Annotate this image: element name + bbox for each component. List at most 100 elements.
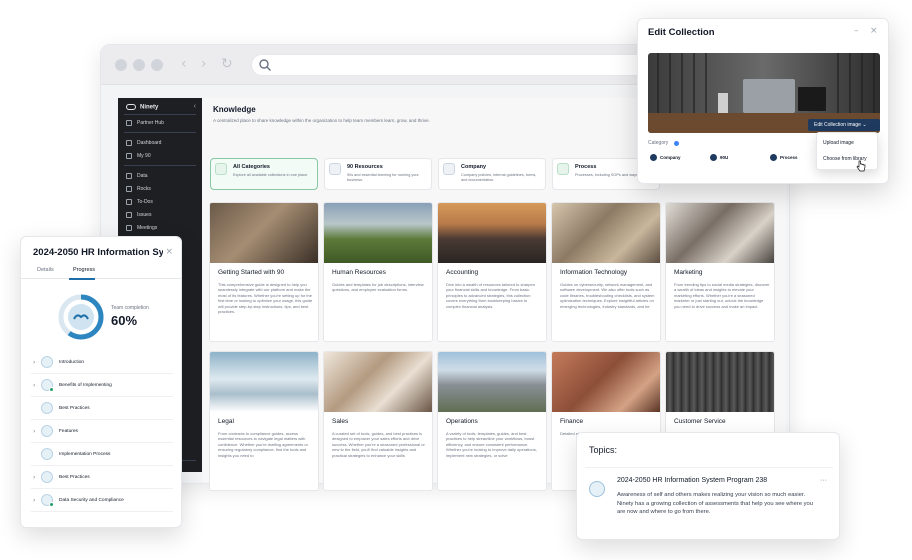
category-chip-90u[interactable]: 90U bbox=[710, 154, 728, 161]
card-title: Marketing bbox=[674, 269, 703, 276]
sidebar-item-todos[interactable]: To-Dos bbox=[126, 199, 153, 205]
progress-item[interactable]: › Best Practices bbox=[33, 470, 90, 484]
topic-desc: Awareness of self and others makes reali… bbox=[617, 492, 813, 515]
chevron-right-icon[interactable]: › bbox=[33, 359, 41, 366]
chevron-right-icon[interactable]: › bbox=[33, 474, 41, 481]
card-desc: A variety of tools, templates, guides, a… bbox=[446, 431, 537, 458]
user-group-icon bbox=[41, 379, 54, 392]
progress-item[interactable]: Best Practices bbox=[33, 401, 90, 415]
category-all[interactable]: All Categories Explore all available col… bbox=[210, 158, 318, 190]
category-title: All Categories bbox=[233, 164, 270, 170]
category-company[interactable]: Company Company policies, internal guide… bbox=[438, 158, 546, 190]
edit-collection-image-button[interactable]: Edit Collection image ⌄ bbox=[808, 119, 880, 131]
collection-card[interactable]: Accounting Dive into a wealth of resourc… bbox=[437, 202, 547, 342]
user-group-icon bbox=[41, 471, 53, 483]
progress-item[interactable]: › Introduction bbox=[33, 355, 84, 369]
category-chip-process[interactable]: Process bbox=[770, 154, 798, 161]
window-maximize-dot[interactable] bbox=[151, 59, 163, 71]
progress-item[interactable]: › Features bbox=[33, 424, 78, 438]
sidebar-item-dashboard[interactable]: Dashboard bbox=[126, 140, 161, 146]
topics-label: Topics: bbox=[589, 445, 618, 455]
chevron-right-icon[interactable]: › bbox=[33, 428, 41, 435]
chevron-down-icon: ⌄ bbox=[862, 122, 867, 128]
brand[interactable]: Ninety bbox=[126, 104, 158, 111]
card-image bbox=[666, 203, 774, 263]
divider bbox=[124, 132, 196, 133]
category-chip-company[interactable]: Company bbox=[650, 154, 681, 161]
sidebar-item-rocks[interactable]: Rocks bbox=[126, 186, 151, 192]
partner-icon bbox=[126, 120, 132, 126]
card-title: Customer Service bbox=[674, 418, 726, 425]
sidebar-item-partner-hub[interactable]: Partner Hub bbox=[126, 120, 164, 126]
forward-arrow-icon[interactable]: › bbox=[201, 56, 207, 72]
sidebar-item-label: Issues bbox=[137, 212, 152, 218]
collection-card[interactable]: Getting Started with 90 This comprehensi… bbox=[209, 202, 319, 342]
chip-label: Company bbox=[660, 155, 681, 160]
category-title: Company bbox=[461, 164, 487, 170]
page-subtitle: A centralized place to share knowledge w… bbox=[213, 118, 430, 123]
active-tab-indicator bbox=[69, 278, 95, 280]
more-options-icon[interactable]: ··· bbox=[820, 477, 827, 484]
collection-card[interactable]: Marketing From trending tips to social m… bbox=[665, 202, 775, 342]
tab-progress[interactable]: Progress bbox=[73, 267, 95, 273]
card-desc: Dive into a wealth of resources tailored… bbox=[446, 282, 535, 309]
reload-icon[interactable]: ↻ bbox=[221, 56, 233, 72]
collection-card[interactable]: Operations A variety of tools, templates… bbox=[437, 351, 547, 491]
user-group-icon bbox=[41, 494, 54, 507]
divider bbox=[31, 419, 173, 420]
process-icon bbox=[557, 163, 569, 175]
progress-item-label: Features bbox=[59, 428, 78, 434]
back-arrow-icon[interactable]: ‹ bbox=[181, 56, 187, 72]
card-image bbox=[552, 203, 660, 263]
card-desc: This comprehensive guide is designed to … bbox=[218, 282, 313, 315]
category-desc: 90s and essential learning for running y… bbox=[347, 173, 419, 182]
collapse-icon[interactable]: ‹ bbox=[194, 103, 196, 110]
sidebar-item-data[interactable]: Data bbox=[126, 173, 148, 179]
card-title: Sales bbox=[332, 418, 349, 425]
divider bbox=[31, 511, 173, 512]
progress-item[interactable]: › Benefits of Implementing bbox=[33, 378, 112, 392]
category-90-resources[interactable]: 90 Resources 90s and essential learning … bbox=[324, 158, 432, 190]
card-desc: From contracts to compliance guides, acc… bbox=[218, 431, 308, 458]
sidebar-item-issues[interactable]: Issues bbox=[126, 212, 151, 218]
tab-details[interactable]: Details bbox=[37, 267, 54, 273]
chevron-right-icon[interactable]: › bbox=[33, 497, 41, 504]
window-close-dot[interactable] bbox=[115, 59, 127, 71]
user-group-icon bbox=[41, 448, 53, 460]
menu-item-upload-image[interactable]: Upload image bbox=[823, 140, 854, 146]
minimize-icon[interactable]: – bbox=[854, 26, 859, 36]
hand-cursor-icon bbox=[856, 160, 866, 172]
topic-title[interactable]: 2024-2050 HR Information System Program … bbox=[617, 477, 767, 484]
sidebar-item-label: My 90 bbox=[137, 153, 151, 159]
card-title: Getting Started with 90 bbox=[218, 269, 285, 276]
panel-tabs: Details Progress bbox=[21, 265, 181, 279]
chip-label: Process bbox=[780, 155, 798, 160]
topics-panel: Topics: 2024-2050 HR Information System … bbox=[576, 432, 840, 540]
collection-card[interactable]: Sales A curated set of tools, guides, an… bbox=[323, 351, 433, 491]
data-icon bbox=[126, 173, 132, 179]
category-title: 90 Resources bbox=[347, 164, 383, 170]
window-minimize-dot[interactable] bbox=[133, 59, 145, 71]
sidebar-item-label: Partner Hub bbox=[137, 120, 164, 126]
progress-item-label: Best Practices bbox=[59, 405, 90, 411]
collection-card[interactable]: Legal From contracts to compliance guide… bbox=[209, 351, 319, 491]
grid-icon bbox=[215, 163, 227, 175]
info-icon[interactable] bbox=[674, 141, 679, 146]
sidebar-item-my90[interactable]: My 90 bbox=[126, 153, 151, 159]
panel-title: 2024-2050 HR Information System bbox=[33, 247, 163, 258]
progress-item[interactable]: › Data Security and Compliance bbox=[33, 493, 124, 507]
collection-card[interactable]: Human Resources Guides and templates for… bbox=[323, 202, 433, 342]
sidebar-item-meetings[interactable]: Meetings bbox=[126, 225, 157, 231]
progress-item[interactable]: Implementation Process bbox=[33, 447, 110, 461]
collection-card[interactable]: Information Technology Guides on cyberse… bbox=[551, 202, 661, 342]
chevron-right-icon[interactable]: › bbox=[33, 382, 41, 389]
close-icon[interactable]: × bbox=[870, 26, 878, 36]
close-icon[interactable]: × bbox=[165, 247, 173, 257]
card-desc: A curated set of tools, guides, and best… bbox=[332, 431, 425, 458]
sidebar-item-label: Meetings bbox=[137, 225, 158, 231]
meetings-icon bbox=[126, 225, 132, 231]
check-icon bbox=[49, 387, 54, 392]
divider bbox=[124, 165, 196, 166]
user-icon bbox=[126, 153, 132, 159]
rocks-icon bbox=[126, 186, 132, 192]
